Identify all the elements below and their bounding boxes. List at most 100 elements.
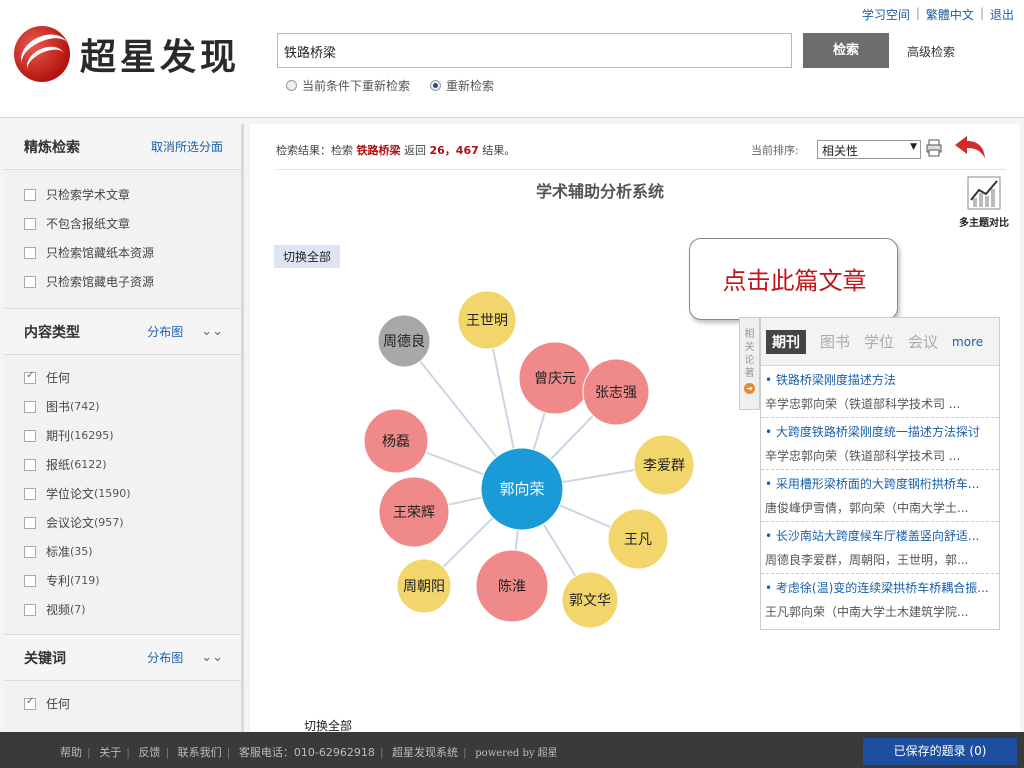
advanced-search-link[interactable]: 高级检索: [907, 43, 955, 60]
refine-title: 精炼检索: [24, 139, 80, 156]
content-type-header: 内容类型 分布图 ⌄⌄: [4, 309, 241, 355]
saved-records-button[interactable]: 已保存的题录 (0): [863, 738, 1017, 765]
radio-search-within[interactable]: 当前条件下重新检索: [286, 77, 410, 94]
content-type-item[interactable]: 会议论文 (957): [24, 508, 241, 537]
content-type-item[interactable]: 学位论文 (1590): [24, 479, 241, 508]
article-link[interactable]: 考虑徐(温)变的连续梁拱桥车桥耦合振...: [765, 579, 995, 596]
checkbox[interactable]: [24, 487, 36, 500]
checkbox-label: 只检索学术文章: [46, 188, 131, 202]
network-node[interactable]: 周朝阳: [396, 558, 452, 614]
network-node-label: 周朝阳: [403, 579, 445, 595]
collapse-chevron-icon[interactable]: ⌄⌄: [201, 324, 223, 339]
network-node-label: 王世明: [466, 313, 508, 329]
footer-link-contact[interactable]: 联系我们: [178, 746, 222, 759]
refine-item-academic[interactable]: 只检索学术文章: [24, 180, 241, 209]
footer-link-about[interactable]: 关于: [99, 746, 121, 759]
checkbox-checked[interactable]: [24, 370, 36, 384]
item-count: (35): [70, 545, 93, 558]
content-type-item[interactable]: 图书 (742): [24, 392, 241, 421]
search-input[interactable]: 铁路桥梁: [277, 33, 792, 68]
collapse-chevron-icon[interactable]: ⌄⌄: [201, 650, 223, 665]
content-type-chart-link[interactable]: 分布图: [147, 323, 183, 340]
tab-journal[interactable]: 期刊: [766, 329, 806, 354]
list-item: 考虑徐(温)变的连续梁拱桥车桥耦合振... 王凡郭向荣（中南大学土木建筑学院..…: [761, 574, 999, 626]
footer-link-help[interactable]: 帮助: [60, 746, 82, 759]
clear-facets-link[interactable]: 取消所选分面: [151, 138, 223, 155]
item-label: 专利: [46, 574, 71, 588]
content-type-item[interactable]: 报纸 (6122): [24, 450, 241, 479]
network-node[interactable]: 李爱群: [633, 434, 695, 496]
network-node[interactable]: 王荣辉: [378, 476, 450, 548]
search-button[interactable]: 检索: [803, 33, 889, 68]
network-center-node[interactable]: 郭向荣: [480, 447, 564, 531]
network-node[interactable]: 王世明: [457, 290, 517, 350]
article-meta: 辛学忠郭向荣（铁道部科学技术司 ...: [765, 397, 961, 411]
related-tab-label: 相关论著: [744, 329, 755, 379]
network-node[interactable]: 张志强: [582, 358, 650, 426]
refine-item-no-newspaper[interactable]: 不包含报纸文章: [24, 209, 241, 238]
content-type-item[interactable]: 标准 (35): [24, 537, 241, 566]
network-node-label: 陈淮: [498, 578, 526, 595]
related-works-tab[interactable]: 相关论著 ➜: [739, 317, 760, 410]
list-item: 铁路桥梁刚度描述方法 辛学忠郭向荣（铁道部科学技术司 ...: [761, 366, 999, 418]
more-link[interactable]: more: [952, 335, 983, 349]
keywords-chart-link[interactable]: 分布图: [147, 649, 183, 666]
radio-new-search[interactable]: 重新检索: [430, 77, 494, 94]
network-node-label: 郭文华: [569, 592, 611, 609]
network-center-node-label: 郭向荣: [499, 480, 544, 498]
logo[interactable]: 超星发现: [14, 26, 240, 82]
item-count: (957): [94, 516, 124, 529]
network-node-label: 王凡: [624, 532, 652, 548]
checkbox[interactable]: [24, 400, 36, 413]
footer-links: 帮助 | 关于 | 反馈 | 联系我们 | 客服电话：010-62962918 | 超星发…: [60, 746, 558, 759]
refine-item-print[interactable]: 只检索馆藏纸本资源: [24, 238, 241, 267]
footer-system-name: 超星发现系统: [392, 746, 459, 759]
checkbox[interactable]: [24, 429, 36, 442]
content-type-item[interactable]: 期刊 (16295): [24, 421, 241, 450]
checkbox[interactable]: [24, 188, 36, 201]
item-label: 学位论文: [46, 487, 95, 501]
footer-link-feedback[interactable]: 反馈: [138, 746, 160, 759]
network-node[interactable]: 周德良: [377, 314, 431, 368]
checkbox[interactable]: [24, 603, 36, 616]
article-meta: 唐俊峰伊雪倩，郭向荣（中南大学土...: [765, 501, 969, 515]
callout-text: 点击此篇文章: [722, 267, 867, 295]
tab-book[interactable]: 图书: [820, 331, 850, 352]
network-node[interactable]: 王凡: [607, 508, 669, 570]
article-link[interactable]: 铁路桥梁刚度描述方法: [765, 371, 995, 388]
checkbox-label: 只检索馆藏电子资源: [46, 275, 155, 289]
checkbox[interactable]: [24, 458, 36, 471]
content-type-item[interactable]: 视频 (7): [24, 595, 241, 624]
checkbox[interactable]: [24, 217, 36, 230]
item-count: (719): [70, 574, 100, 587]
network-node[interactable]: 杨磊: [363, 408, 429, 474]
checkbox[interactable]: [24, 246, 36, 259]
article-link[interactable]: 大跨度铁路桥梁刚度统一描述方法探讨: [765, 423, 995, 440]
network-node-label: 王荣辉: [393, 505, 435, 521]
checkbox[interactable]: [24, 545, 36, 558]
checkbox-checked[interactable]: [24, 696, 36, 710]
annotation-callout: 点击此篇文章: [689, 238, 898, 320]
checkbox[interactable]: [24, 275, 36, 288]
tab-conference[interactable]: 会议: [908, 331, 938, 352]
top-link-logout[interactable]: 退出: [990, 6, 1014, 23]
network-node[interactable]: 曾庆元: [518, 341, 592, 415]
footer-phone: 客服电话：010-62962918: [238, 746, 375, 759]
article-link[interactable]: 采用槽形梁桥面的大跨度钢桁拱桥车...: [765, 475, 995, 492]
top-link-traditional-chinese[interactable]: 繁體中文: [926, 6, 974, 23]
article-link[interactable]: 长沙南站大跨度候车厅楼盖竖向舒适...: [765, 527, 995, 544]
network-node[interactable]: 陈淮: [475, 549, 549, 623]
checkbox[interactable]: [24, 574, 36, 587]
keyword-item[interactable]: 任何: [24, 689, 241, 718]
content-type-item[interactable]: 任何: [24, 363, 241, 392]
network-node-label: 曾庆元: [534, 371, 576, 387]
network-node[interactable]: 郭文华: [561, 571, 619, 629]
checkbox[interactable]: [24, 516, 36, 529]
item-label: 任何: [46, 371, 71, 385]
keywords-title: 关键词: [24, 650, 66, 667]
content-type-item[interactable]: 专利 (719): [24, 566, 241, 595]
radio-label: 当前条件下重新检索: [302, 79, 411, 93]
top-link-study-space[interactable]: 学习空间: [862, 6, 910, 23]
refine-item-electronic[interactable]: 只检索馆藏电子资源: [24, 267, 241, 296]
tab-degree[interactable]: 学位: [864, 331, 894, 352]
